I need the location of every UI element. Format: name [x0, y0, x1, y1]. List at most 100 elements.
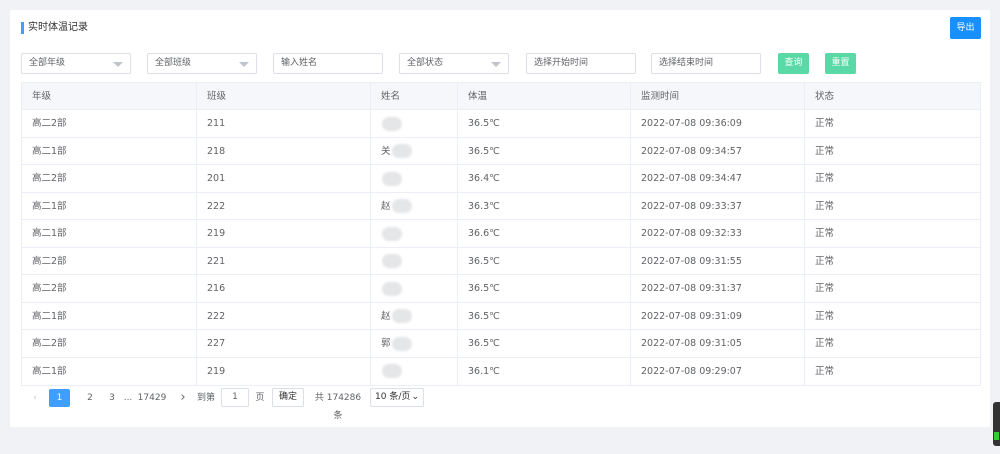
floating-side-widget[interactable] — [993, 402, 1000, 446]
last-page-button[interactable]: 17429 — [137, 389, 167, 407]
column-header-grade[interactable]: 年级 — [22, 83, 196, 109]
chevron-left-icon[interactable]: ‹ — [29, 389, 41, 407]
export-button[interactable]: 导出 — [950, 17, 981, 39]
name-value: 关 — [381, 145, 391, 157]
grade-value: 高二2部 — [32, 173, 67, 184]
end-time-placeholder: 选择结束时间 — [659, 58, 714, 68]
class-value: 216 — [207, 283, 226, 294]
query-button[interactable]: 查询 — [778, 53, 809, 74]
status-value: 正常 — [815, 173, 835, 184]
table-row[interactable]: 高二2部 201 36.4℃ 2022-07-08 09:34:47 正常 — [22, 165, 980, 193]
class-value: 221 — [207, 255, 226, 267]
cell-status: 正常 — [804, 302, 982, 329]
temperature-value: 36.5℃ — [468, 283, 500, 294]
column-header-name[interactable]: 姓名 — [370, 83, 457, 109]
goto-page-input[interactable]: 1 — [221, 388, 249, 407]
page-2-button[interactable]: 2 — [83, 389, 97, 407]
cell-class: 222 — [196, 192, 370, 219]
page-size-select[interactable]: 10 条/页 ⌄ — [370, 388, 424, 407]
grade-value: 高二1部 — [32, 365, 67, 377]
cell-temperature: 36.6℃ — [457, 220, 630, 247]
temperature-value: 36.5℃ — [468, 118, 500, 129]
status-value: 正常 — [815, 228, 835, 239]
cell-grade: 高二2部 — [22, 110, 196, 137]
redacted-name-mask — [382, 116, 402, 131]
cell-name: 赵 — [370, 192, 457, 219]
end-time-input[interactable]: 选择结束时间 — [651, 53, 761, 74]
column-header-class[interactable]: 班级 — [196, 83, 370, 109]
table-row[interactable]: 高二2部 216 36.5℃ 2022-07-08 09:31:37 正常 — [22, 275, 980, 303]
temperature-value: 36.6℃ — [468, 228, 500, 239]
temperature-value: 36.4℃ — [468, 173, 500, 184]
cell-temperature: 36.5℃ — [457, 137, 630, 164]
table-row[interactable]: 高二2部 227 郭 36.5℃ 2022-07-08 09:31:05 正常 — [22, 330, 980, 358]
table-row[interactable]: 高二2部 221 36.5℃ 2022-07-08 09:31:55 正常 — [22, 247, 980, 275]
page-ellipsis[interactable]: ... — [121, 389, 135, 407]
cell-time: 2022-07-08 09:32:33 — [630, 220, 804, 247]
cell-name: 郭 — [370, 330, 457, 357]
goto-confirm-button[interactable]: 确定 — [272, 388, 304, 407]
page-unit-label: 页 — [255, 393, 265, 403]
cell-class: 219 — [196, 357, 370, 385]
redacted-name-mask — [382, 281, 402, 296]
name-input[interactable]: 输入姓名 — [273, 53, 383, 74]
start-time-input[interactable]: 选择开始时间 — [526, 53, 636, 74]
table-row[interactable]: 高二2部 211 36.5℃ 2022-07-08 09:36:09 正常 — [22, 110, 980, 138]
cell-status: 正常 — [804, 165, 982, 192]
page-3-button[interactable]: 3 — [105, 389, 119, 407]
class-value: 227 — [207, 338, 226, 349]
indicator-icon — [994, 432, 999, 440]
redacted-name-mask — [391, 144, 412, 158]
name-input-placeholder: 输入姓名 — [281, 58, 318, 68]
table-row[interactable]: 高二1部 218 关 36.5℃ 2022-07-08 09:34:57 正常 — [22, 137, 980, 165]
table-row[interactable]: 高二1部 219 36.6℃ 2022-07-08 09:32:33 正常 — [22, 220, 980, 248]
cell-time: 2022-07-08 09:31:37 — [630, 275, 804, 302]
redacted-name-mask — [382, 226, 402, 241]
cell-time: 2022-07-08 09:33:37 — [630, 192, 804, 219]
time-value: 2022-07-08 09:36:09 — [641, 118, 742, 129]
grade-value: 高二1部 — [32, 228, 67, 239]
class-value: 218 — [207, 145, 226, 157]
class-select-value: 全部班级 — [155, 58, 192, 68]
cell-time: 2022-07-08 09:31:09 — [630, 302, 804, 329]
status-value: 正常 — [815, 338, 835, 349]
column-header-temperature[interactable]: 体温 — [457, 83, 630, 109]
total-count: 共 174286 条 — [314, 393, 362, 421]
redacted-name-mask — [382, 171, 402, 186]
time-value: 2022-07-08 09:34:47 — [641, 173, 742, 184]
cell-time: 2022-07-08 09:36:09 — [630, 110, 804, 137]
status-value: 正常 — [815, 283, 835, 294]
class-select[interactable]: 全部班级 — [147, 53, 257, 74]
table-row[interactable]: 高二1部 222 赵 36.5℃ 2022-07-08 09:31:09 正常 — [22, 302, 982, 330]
chevron-right-icon[interactable]: › — [177, 389, 189, 407]
temperature-value: 36.1℃ — [468, 365, 500, 377]
cell-class: 211 — [196, 110, 370, 137]
page-1-button[interactable]: 1 — [49, 389, 70, 407]
time-value: 2022-07-08 09:31:09 — [641, 310, 742, 322]
status-value: 正常 — [815, 145, 835, 157]
cell-class: 216 — [196, 275, 370, 302]
table-row[interactable]: 高二1部 222 赵 36.3℃ 2022-07-08 09:33:37 正常 — [22, 192, 980, 220]
status-value: 正常 — [815, 118, 835, 129]
table-row[interactable]: 高二1部 219 36.1℃ 2022-07-08 09:29:07 正常 — [22, 357, 980, 385]
column-header-status[interactable]: 状态 — [804, 83, 982, 109]
cell-temperature: 36.5℃ — [457, 110, 630, 137]
grade-select[interactable]: 全部年级 — [21, 53, 131, 74]
time-value: 2022-07-08 09:31:37 — [641, 283, 742, 294]
cell-grade: 高二2部 — [22, 248, 196, 275]
name-value: 赵 — [381, 200, 391, 212]
class-value: 201 — [207, 173, 226, 184]
column-header-time[interactable]: 监测时间 — [630, 83, 804, 109]
cell-grade: 高二2部 — [22, 275, 196, 302]
time-value: 2022-07-08 09:31:05 — [641, 338, 742, 349]
redacted-name-mask — [391, 309, 412, 323]
status-select-value: 全部状态 — [407, 58, 444, 68]
grade-value: 高二2部 — [32, 118, 67, 129]
status-select[interactable]: 全部状态 — [399, 53, 509, 74]
redacted-name-mask — [382, 364, 402, 378]
cell-grade: 高二1部 — [22, 138, 196, 165]
class-value: 219 — [207, 228, 226, 239]
reset-button[interactable]: 重置 — [825, 53, 856, 74]
cell-grade: 高二2部 — [22, 165, 196, 192]
cell-time: 2022-07-08 09:31:55 — [630, 247, 804, 274]
